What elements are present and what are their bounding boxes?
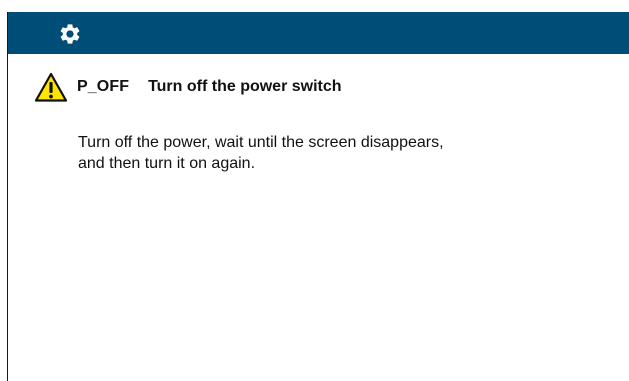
alert-header: P_OFF Turn off the power switch	[34, 70, 342, 104]
message-line: Turn off the power, wait until the scree…	[78, 134, 444, 151]
warning-icon	[34, 72, 68, 103]
top-bar	[8, 12, 629, 54]
alert-title: Turn off the power switch	[148, 78, 342, 95]
message-line: and then turn it on again.	[78, 155, 256, 172]
gear-icon[interactable]	[58, 22, 82, 46]
alert-screen: P_OFF Turn off the power switch Turn off…	[7, 12, 629, 381]
error-code: P_OFF	[77, 78, 130, 95]
alert-message: Turn off the power, wait until the scree…	[78, 132, 538, 174]
